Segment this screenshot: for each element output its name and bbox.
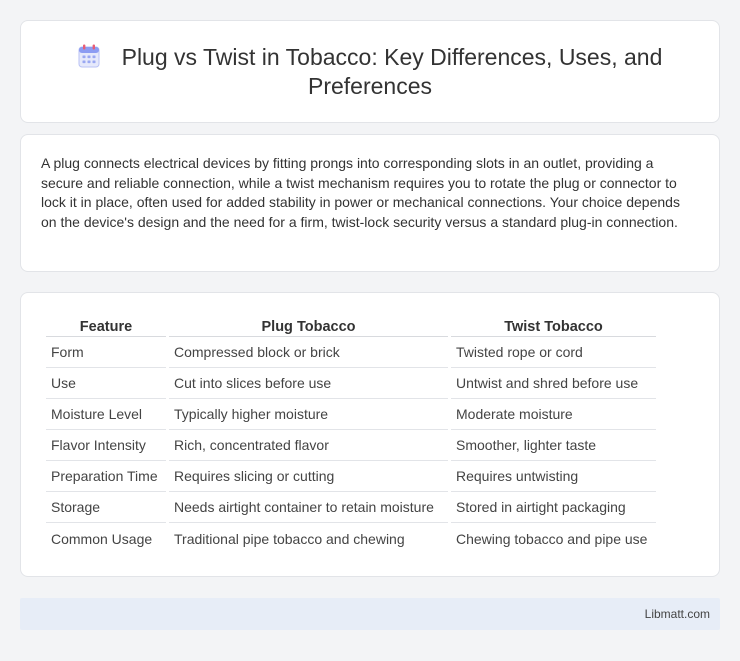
header-feature: Feature [46,317,166,337]
plug-cell: Compressed block or brick [169,337,448,368]
plug-cell: Traditional pipe tobacco and chewing [174,530,405,547]
table-row: Moisture Level Typically higher moisture… [46,399,656,430]
table-row: Common Usage Traditional pipe tobacco an… [46,523,656,554]
twist-cell: Moderate moisture [451,399,656,430]
twist-cell: Twisted rope or cord [451,337,656,368]
table-row: Storage Needs airtight container to reta… [46,492,656,523]
feature-cell: Flavor Intensity [46,430,166,461]
comparison-table: Feature Plug Tobacco Twist Tobacco Form … [43,317,659,554]
summary-text: A plug connects electrical devices by fi… [41,155,680,230]
table-row: Use Cut into slices before use Untwist a… [46,368,656,399]
feature-cell: Preparation Time [46,461,166,492]
comparison-table-card: Feature Plug Tobacco Twist Tobacco Form … [20,292,720,577]
table-row: Flavor Intensity Rich, concentrated flav… [46,430,656,461]
table-row: Preparation Time Requires slicing or cut… [46,461,656,492]
calendar-icon [78,44,100,68]
header-plug-tobacco: Plug Tobacco [169,317,448,337]
plug-cell: Needs airtight container to retain moist… [169,492,448,523]
table-row: Form Compressed block or brick Twisted r… [46,337,656,368]
feature-cell: Form [46,337,166,368]
twist-cell: Requires untwisting [451,461,656,492]
plug-cell: Rich, concentrated flavor [169,430,448,461]
plug-cell: Requires slicing or cutting [169,461,448,492]
twist-cell: Untwist and shred before use [451,368,656,399]
summary-card: A plug connects electrical devices by fi… [20,134,720,272]
table-header-row: Feature Plug Tobacco Twist Tobacco [46,317,656,337]
feature-cell: Moisture Level [46,399,166,430]
feature-cell: Common Usage [51,530,153,547]
page-title-wrap: Plug vs Twist in Tobacco: Key Difference… [61,43,679,101]
twist-cell: Smoother, lighter taste [451,430,656,461]
footer: Libmatt.com [20,598,720,630]
page-title: Plug vs Twist in Tobacco: Key Difference… [121,44,663,99]
plug-cell: Cut into slices before use [169,368,448,399]
feature-cell: Use [46,368,166,399]
header-twist-tobacco: Twist Tobacco [451,317,656,337]
twist-cell: Stored in airtight packaging [451,492,656,523]
footer-site-link[interactable]: Libmatt.com [645,607,710,621]
feature-cell: Storage [46,492,166,523]
plug-cell: Typically higher moisture [169,399,448,430]
twist-cell: Chewing tobacco and pipe use [456,530,648,547]
title-card: Plug vs Twist in Tobacco: Key Difference… [20,20,720,123]
